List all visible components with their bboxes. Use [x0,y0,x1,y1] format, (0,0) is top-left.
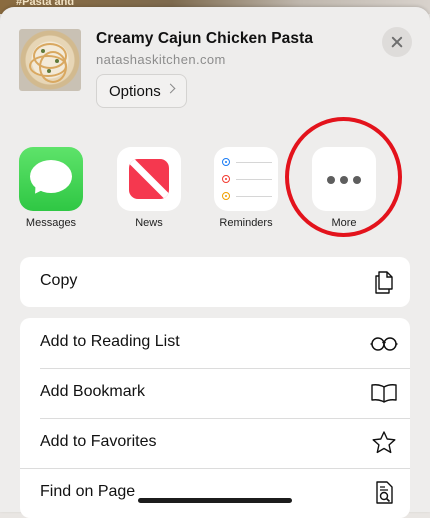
action-add-bookmark[interactable]: Add Bookmark [20,368,410,418]
action-label: Copy [40,272,78,289]
thumb-herb [41,49,45,53]
app-news[interactable]: News [117,147,181,229]
thumb-herb [47,69,51,73]
action-copy[interactable]: Copy [20,257,410,307]
recipe-thumbnail [19,29,81,91]
thumb-noodle [29,55,67,77]
book-icon [371,384,397,403]
app-label: Reminders [219,217,273,229]
action-label: Add to Favorites [40,433,157,450]
news-icon [117,147,181,211]
close-button[interactable] [382,27,412,57]
app-messages[interactable]: Messages [19,147,83,229]
app-label: Messages [25,217,77,229]
options-label: Options [109,82,161,100]
page-title: Creamy Cajun Chicken Pasta [96,30,314,47]
app-reminders[interactable]: Reminders [214,147,278,229]
home-indicator [138,498,292,503]
action-label: Add to Reading List [40,333,180,350]
options-button[interactable]: Options [96,74,187,108]
reminders-icon [214,147,278,211]
copy-group: Copy [20,257,410,307]
action-add-to-favorites[interactable]: Add to Favorites [20,418,410,468]
find-page-icon [376,481,393,504]
star-icon [372,431,396,454]
copy-icon [375,271,393,294]
action-add-to-reading-list[interactable]: Add to Reading List [20,318,410,368]
actions-group: Add to Reading List Add Bookmark Add to … [20,318,410,518]
page-domain: natashaskitchen.com [96,52,226,67]
glasses-icon [370,337,398,351]
highlight-circle-annotation [285,117,402,237]
app-label: News [135,217,163,229]
thumb-herb [55,59,59,63]
chevron-right-icon [165,83,176,94]
messages-icon [19,147,83,211]
action-label: Add Bookmark [40,383,145,400]
action-find-on-page[interactable]: Find on Page [20,468,410,518]
action-label: Find on Page [40,483,136,500]
